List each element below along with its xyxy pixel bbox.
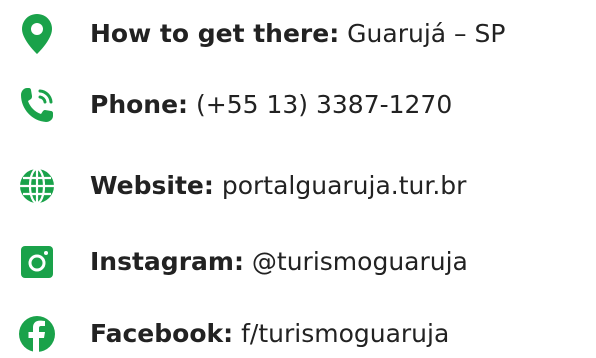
instagram-handle[interactable]: @turismoguaruja bbox=[252, 247, 468, 276]
website-label: Website: bbox=[90, 171, 214, 200]
contact-row-website: Website: portalguaruja.tur.br bbox=[14, 164, 466, 208]
location-pin-icon bbox=[14, 12, 60, 56]
facebook-handle[interactable]: f/turismoguaruja bbox=[241, 319, 449, 348]
contact-row-location: How to get there: Guarujá – SP bbox=[14, 12, 505, 56]
facebook-icon bbox=[14, 312, 60, 356]
website-link[interactable]: portalguaruja.tur.br bbox=[222, 171, 467, 200]
phone-value[interactable]: (+55 13) 3387-1270 bbox=[196, 90, 452, 119]
contact-row-instagram: Instagram: @turismoguaruja bbox=[14, 240, 468, 284]
location-value: Guarujá – SP bbox=[347, 19, 506, 48]
instagram-icon bbox=[14, 240, 60, 284]
contact-row-facebook: Facebook: f/turismoguaruja bbox=[14, 312, 449, 356]
instagram-label: Instagram: bbox=[90, 247, 244, 276]
contact-row-phone: Phone: (+55 13) 3387-1270 bbox=[14, 83, 452, 127]
phone-label: Phone: bbox=[90, 90, 189, 119]
globe-icon bbox=[14, 164, 60, 208]
phone-icon bbox=[14, 83, 60, 127]
facebook-label: Facebook: bbox=[90, 319, 234, 348]
location-label: How to get there: bbox=[90, 19, 340, 48]
